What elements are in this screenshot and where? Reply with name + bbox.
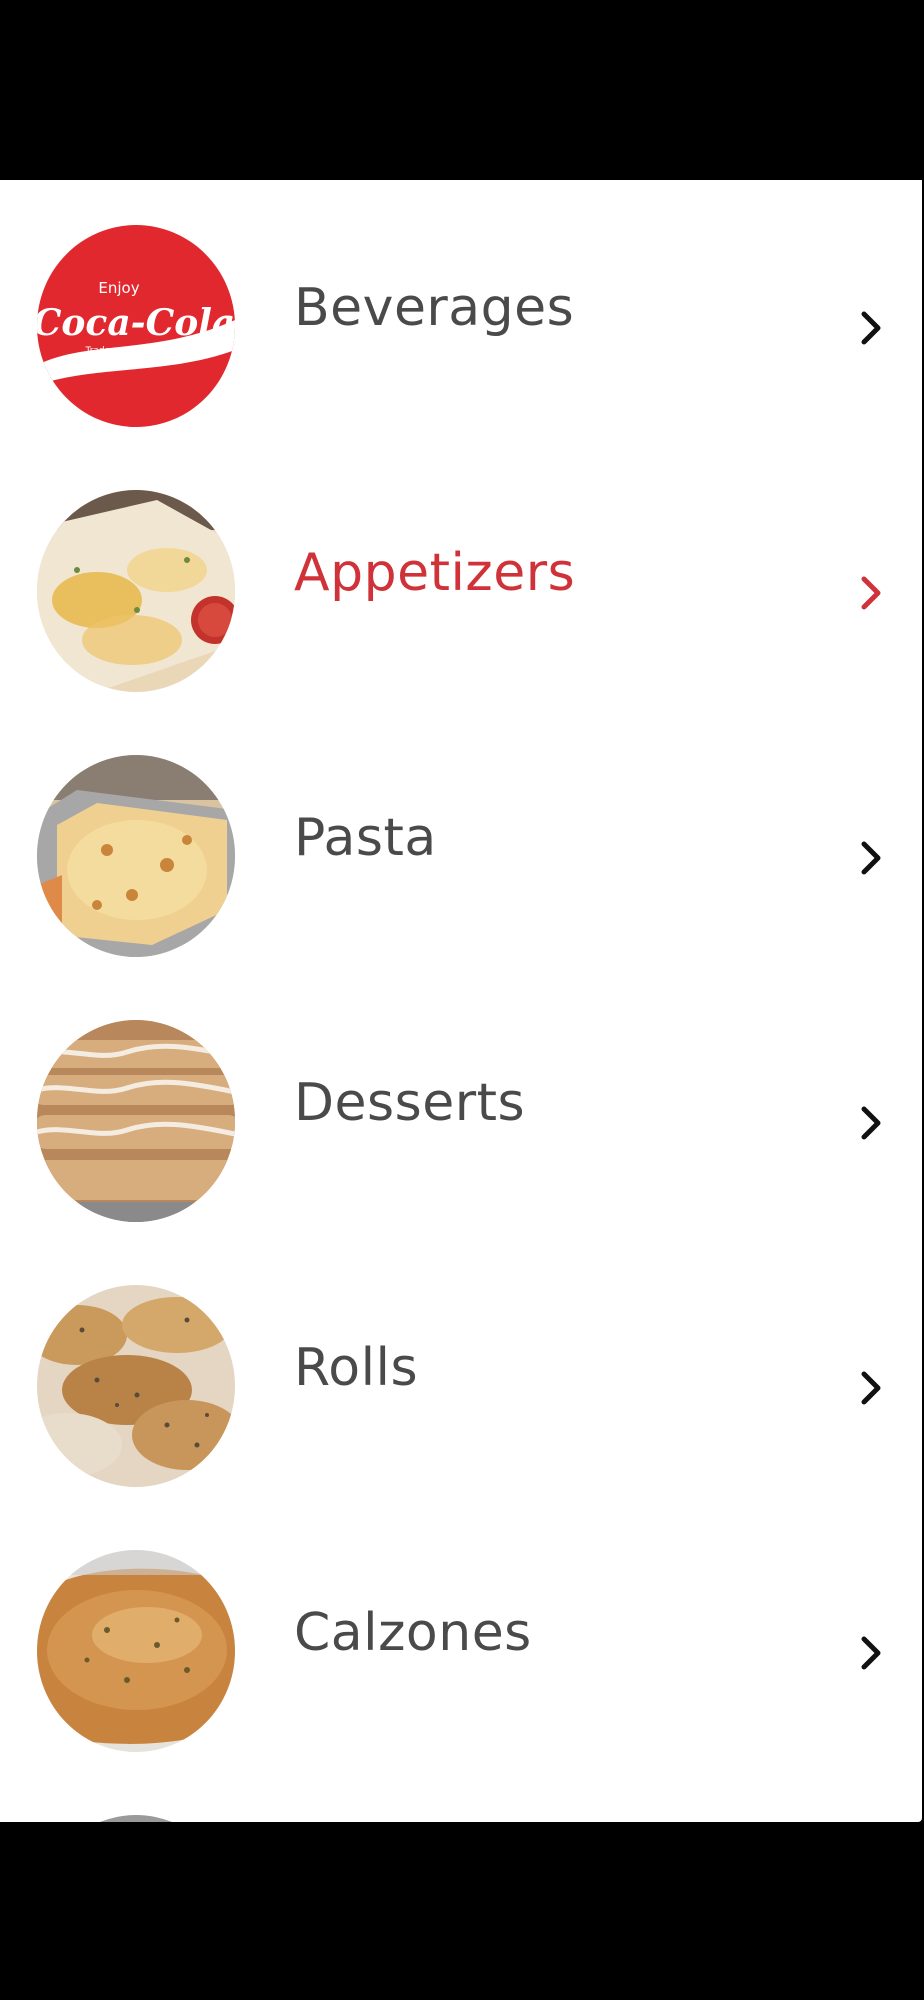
category-list: Enjoy Coca-Cola Trade-mark ® Beverages A…: [0, 180, 922, 1822]
svg-text:Coca-Cola: Coca-Cola: [37, 302, 235, 344]
chevron-right-icon: [856, 1103, 886, 1143]
rolls-photo-thumbnail: [37, 1285, 235, 1487]
chevron-right-icon: [856, 308, 886, 348]
category-row-beverages[interactable]: Enjoy Coca-Cola Trade-mark ® Beverages: [0, 180, 922, 445]
category-label: Desserts: [294, 1073, 526, 1133]
category-label: Appetizers: [294, 543, 576, 603]
category-label: Calzones: [294, 1603, 532, 1663]
category-row-calzones[interactable]: Calzones: [0, 1505, 922, 1770]
appetizers-photo-thumbnail: [37, 490, 235, 692]
chevron-right-icon: [856, 1633, 886, 1673]
svg-text:Trade-mark ®: Trade-mark ®: [85, 346, 149, 356]
chevron-right-icon: [856, 838, 886, 878]
category-row-desserts[interactable]: Desserts: [0, 975, 922, 1240]
category-label: Pasta: [294, 808, 437, 868]
category-label: Beverages: [294, 278, 575, 338]
desserts-photo-thumbnail: [37, 1020, 235, 1222]
calzones-photo-thumbnail: [37, 1550, 235, 1752]
status-bar-area: [0, 0, 924, 180]
pasta-photo-thumbnail: [37, 755, 235, 957]
category-row-rolls[interactable]: Rolls: [0, 1240, 922, 1505]
navigation-bar-area: [0, 1822, 924, 2000]
chevron-right-icon: [856, 573, 886, 613]
category-label: Rolls: [294, 1338, 419, 1398]
category-row-pasta[interactable]: Pasta: [0, 710, 922, 975]
category-row-appetizers[interactable]: Appetizers: [0, 445, 922, 710]
coca-cola-logo-thumbnail: Enjoy Coca-Cola Trade-mark ®: [37, 225, 235, 427]
svg-text:Enjoy: Enjoy: [98, 279, 139, 297]
chevron-right-icon: [856, 1368, 886, 1408]
next-category-thumbnail-partial[interactable]: [37, 1815, 235, 1822]
